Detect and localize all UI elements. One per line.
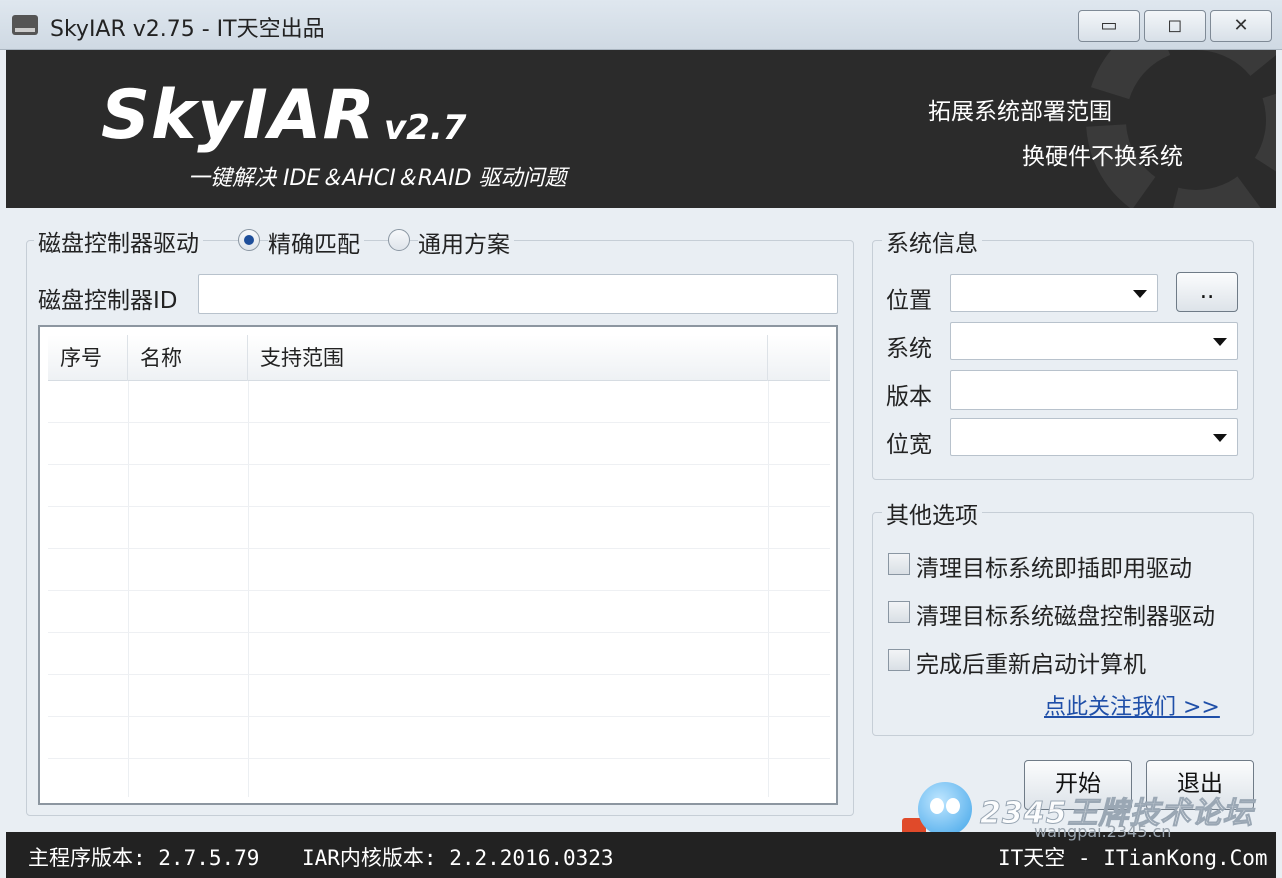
chevron-down-icon xyxy=(1133,290,1147,298)
version-label: 版本 xyxy=(886,384,932,410)
column-index[interactable]: 序号 xyxy=(48,335,128,381)
location-select[interactable] xyxy=(950,274,1158,312)
driver-group-label: 磁盘控制器驱动 xyxy=(34,224,203,258)
radio-generic-label[interactable]: 通用方案 xyxy=(418,225,514,259)
version-input[interactable] xyxy=(950,370,1238,410)
banner-slogan-1: 拓展系统部署范围 xyxy=(928,99,1112,125)
checkbox-clean-controller-label[interactable]: 清理目标系统磁盘控制器驱动 xyxy=(916,597,1215,631)
controller-id-label: 磁盘控制器ID xyxy=(38,288,178,314)
main-version: 主程序版本: 2.7.5.79 xyxy=(28,846,260,870)
close-button[interactable]: ✕ xyxy=(1210,10,1272,42)
list-row[interactable] xyxy=(48,549,830,591)
logo-version: v2.7 xyxy=(384,108,467,148)
list-header: 序号 名称 支持范围 xyxy=(48,335,830,381)
list-row[interactable] xyxy=(48,675,830,717)
list-row[interactable] xyxy=(48,465,830,507)
window-title: SkyIAR v2.75 - IT天空出品 xyxy=(50,17,325,42)
list-row[interactable] xyxy=(48,759,830,797)
radio-generic[interactable] xyxy=(388,229,410,251)
core-version: IAR内核版本: 2.2.2016.0323 xyxy=(302,846,614,870)
maximize-button[interactable]: ◻ xyxy=(1144,10,1206,42)
checkbox-clean-pnp-label[interactable]: 清理目标系统即插即用驱动 xyxy=(916,549,1192,583)
radio-exact-match[interactable] xyxy=(238,229,260,251)
bitness-label: 位宽 xyxy=(886,432,932,458)
driver-list[interactable]: 序号 名称 支持范围 xyxy=(38,325,838,805)
column-name[interactable]: 名称 xyxy=(128,335,248,381)
system-info-label: 系统信息 xyxy=(882,224,982,258)
system-label: 系统 xyxy=(886,336,932,362)
controller-id-input[interactable] xyxy=(198,274,838,314)
browse-button[interactable]: .. xyxy=(1176,272,1238,312)
logo-subtitle: 一键解决 IDE＆AHCI＆RAID 驱动问题 xyxy=(188,166,567,191)
checkbox-reboot[interactable] xyxy=(888,649,910,671)
gear-icon xyxy=(1086,50,1276,208)
checkbox-clean-controller[interactable] xyxy=(888,601,910,623)
mascot-icon xyxy=(918,782,972,836)
list-row[interactable] xyxy=(48,633,830,675)
list-row[interactable] xyxy=(48,507,830,549)
list-row[interactable] xyxy=(48,591,830,633)
list-row[interactable] xyxy=(48,717,830,759)
follow-us-link[interactable]: 点此关注我们 >> xyxy=(1044,689,1220,721)
site-label: IT天空 - ITianKong.Com xyxy=(998,846,1268,870)
logo: SkyIAR xyxy=(101,76,376,155)
checkbox-reboot-label[interactable]: 完成后重新启动计算机 xyxy=(916,645,1146,679)
watermark-url: wangpai.2345.cn xyxy=(1034,822,1172,841)
banner-slogan-2: 换硬件不换系统 xyxy=(1022,144,1183,170)
drive-icon xyxy=(12,15,38,35)
system-select[interactable] xyxy=(950,322,1238,360)
other-options-label: 其他选项 xyxy=(882,496,982,530)
bitness-select[interactable] xyxy=(950,418,1238,456)
column-scope[interactable]: 支持范围 xyxy=(248,335,768,381)
chevron-down-icon xyxy=(1213,338,1227,346)
title-bar: SkyIAR v2.75 - IT天空出品 ▭ ◻ ✕ xyxy=(0,0,1282,50)
chevron-down-icon xyxy=(1213,434,1227,442)
banner: SkyIAR v2.7 一键解决 IDE＆AHCI＆RAID 驱动问题 拓展系统… xyxy=(6,50,1276,208)
list-row[interactable] xyxy=(48,381,830,423)
list-row[interactable] xyxy=(48,423,830,465)
checkbox-clean-pnp[interactable] xyxy=(888,553,910,575)
location-label: 位置 xyxy=(886,288,932,314)
minimize-button[interactable]: ▭ xyxy=(1078,10,1140,42)
radio-exact-label[interactable]: 精确匹配 xyxy=(268,225,364,259)
